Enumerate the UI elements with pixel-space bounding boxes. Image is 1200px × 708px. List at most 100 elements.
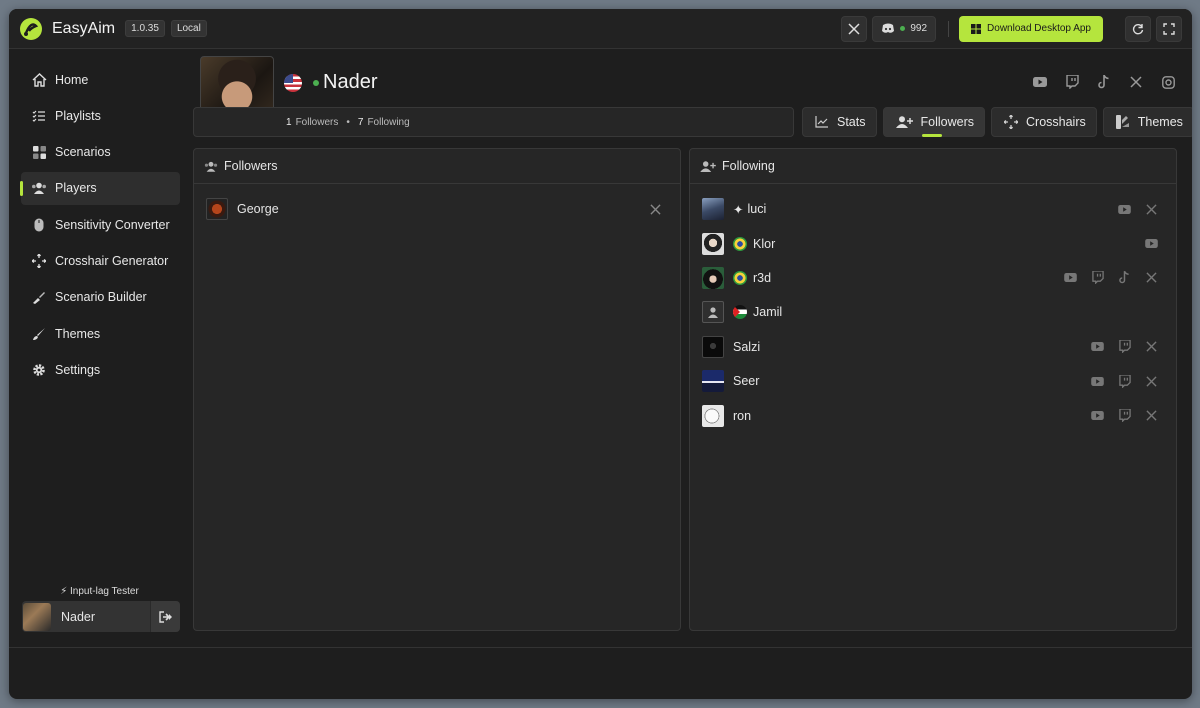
bolt-icon: ⚡ — [60, 586, 68, 597]
instagram-icon[interactable] — [1161, 75, 1175, 89]
sidebar-item-label: Themes — [55, 326, 101, 341]
youtube-icon[interactable] — [1091, 409, 1104, 422]
avatar — [702, 370, 724, 393]
brazil-flag-icon — [733, 236, 747, 251]
following-name[interactable]: ron — [733, 409, 751, 423]
palestine-flag-icon — [733, 305, 747, 320]
scenarios-icon — [31, 144, 47, 160]
profile-socials — [1033, 75, 1175, 89]
sidebar-item-home[interactable]: Home — [21, 63, 180, 96]
social-links — [1118, 203, 1158, 216]
following-name[interactable]: Jamil — [753, 305, 782, 319]
youtube-icon[interactable] — [1091, 340, 1104, 353]
refresh-button[interactable] — [1125, 15, 1151, 42]
social-links — [1091, 374, 1158, 388]
sidebar-item-themes[interactable]: Themes — [21, 317, 180, 350]
panel-header: Following — [690, 149, 1176, 184]
x-icon[interactable] — [1145, 409, 1158, 422]
youtube-icon[interactable] — [1145, 237, 1158, 250]
user-name: Nader — [61, 609, 96, 624]
avatar — [702, 404, 724, 427]
profile-tabs: Stats Followers Crosshairs Themes — [802, 107, 1192, 137]
following-row[interactable]: Seer — [690, 364, 1176, 398]
follower-name[interactable]: George — [237, 202, 279, 216]
mouse-icon — [31, 217, 47, 233]
users-icon — [204, 161, 218, 172]
following-name[interactable]: luci — [747, 202, 766, 216]
following-row[interactable]: ✦ luci — [690, 192, 1176, 226]
following-name[interactable]: Klor — [753, 237, 775, 251]
social-links — [1091, 409, 1158, 423]
follower-row[interactable]: George — [194, 192, 680, 226]
youtube-icon[interactable] — [1118, 203, 1131, 216]
x-icon[interactable] — [1145, 375, 1158, 388]
social-links — [1145, 237, 1158, 250]
x-icon[interactable] — [1145, 203, 1158, 216]
user-card[interactable]: Nader — [22, 601, 180, 632]
sidebar-item-scenarios[interactable]: Scenarios — [21, 136, 180, 169]
sidebar-item-settings[interactable]: Settings — [21, 353, 180, 386]
following-row[interactable]: Klor — [690, 226, 1176, 260]
following-row[interactable]: r3d — [690, 261, 1176, 295]
twitch-icon[interactable] — [1118, 340, 1131, 354]
following-row[interactable]: Salzi — [690, 330, 1176, 364]
avatar — [23, 602, 51, 631]
sidebar-item-players[interactable]: Players — [20, 171, 180, 205]
twitch-icon[interactable] — [1118, 409, 1131, 423]
followers-count: 1 — [286, 116, 292, 128]
x-icon[interactable] — [649, 203, 662, 216]
x-link-button[interactable] — [841, 15, 868, 42]
sidebar-item-playlists[interactable]: Playlists — [21, 99, 180, 132]
sidebar-item-label: Players — [55, 181, 97, 196]
avatar — [702, 232, 724, 255]
tab-crosshairs[interactable]: Crosshairs — [991, 107, 1097, 137]
avatar — [702, 301, 724, 324]
x-icon[interactable] — [1145, 340, 1158, 353]
following-label[interactable]: Following — [367, 117, 409, 128]
sidebar-item-label: Settings — [55, 362, 101, 377]
x-icon — [848, 22, 860, 35]
logout-button[interactable] — [150, 601, 180, 632]
youtube-icon[interactable] — [1064, 271, 1077, 284]
following-name[interactable]: r3d — [753, 271, 771, 285]
x-icon[interactable] — [1145, 271, 1158, 284]
sidebar-nav: Home Playlists Scenarios Players Sensiti… — [20, 63, 180, 390]
avatar — [206, 198, 228, 221]
twitch-icon[interactable] — [1091, 271, 1104, 285]
tab-themes[interactable]: Themes — [1102, 107, 1192, 137]
followers-label[interactable]: Followers — [296, 117, 339, 128]
sidebar-item-sensitivity-converter[interactable]: Sensitivity Converter — [21, 208, 180, 241]
discord-icon — [882, 23, 895, 33]
tab-label: Crosshairs — [1026, 115, 1086, 129]
twitch-icon[interactable] — [1065, 75, 1079, 89]
discord-button[interactable]: 992 — [872, 15, 937, 42]
crosshair-icon — [1004, 115, 1018, 129]
tab-label: Themes — [1137, 115, 1183, 129]
tab-label: Followers — [920, 115, 975, 129]
tiktok-icon[interactable] — [1097, 75, 1111, 89]
x-icon[interactable] — [1129, 75, 1143, 89]
sidebar-item-label: Home — [55, 72, 89, 87]
sidebar-item-crosshair-generator[interactable]: Crosshair Generator — [21, 244, 180, 277]
twitch-icon[interactable] — [1118, 374, 1131, 388]
tiktok-icon[interactable] — [1118, 271, 1131, 284]
following-row[interactable]: Jamil — [690, 295, 1176, 329]
tab-followers[interactable]: Followers — [882, 107, 985, 137]
following-row[interactable]: ron — [690, 398, 1176, 432]
input-lag-tester-link[interactable]: ⚡ Input-lag Tester — [9, 586, 190, 597]
tab-stats[interactable]: Stats — [802, 107, 877, 137]
avatar — [702, 198, 724, 221]
follow-stats-bar: 1 Followers • 7 Following — [193, 107, 794, 137]
youtube-icon[interactable] — [1091, 375, 1104, 388]
logout-icon — [158, 610, 172, 623]
followers-panel: Followers George — [193, 148, 681, 631]
download-desktop-app-button[interactable]: Download Desktop App — [959, 15, 1103, 42]
fullscreen-button[interactable] — [1156, 15, 1182, 42]
players-icon — [31, 180, 47, 196]
following-name[interactable]: Salzi — [733, 340, 760, 354]
version-badge: 1.0.35 — [125, 20, 165, 37]
youtube-icon[interactable] — [1033, 75, 1047, 89]
following-name[interactable]: Seer — [733, 374, 759, 388]
easyaim-logo-icon[interactable] — [19, 17, 43, 41]
sidebar-item-scenario-builder[interactable]: Scenario Builder — [21, 281, 180, 314]
